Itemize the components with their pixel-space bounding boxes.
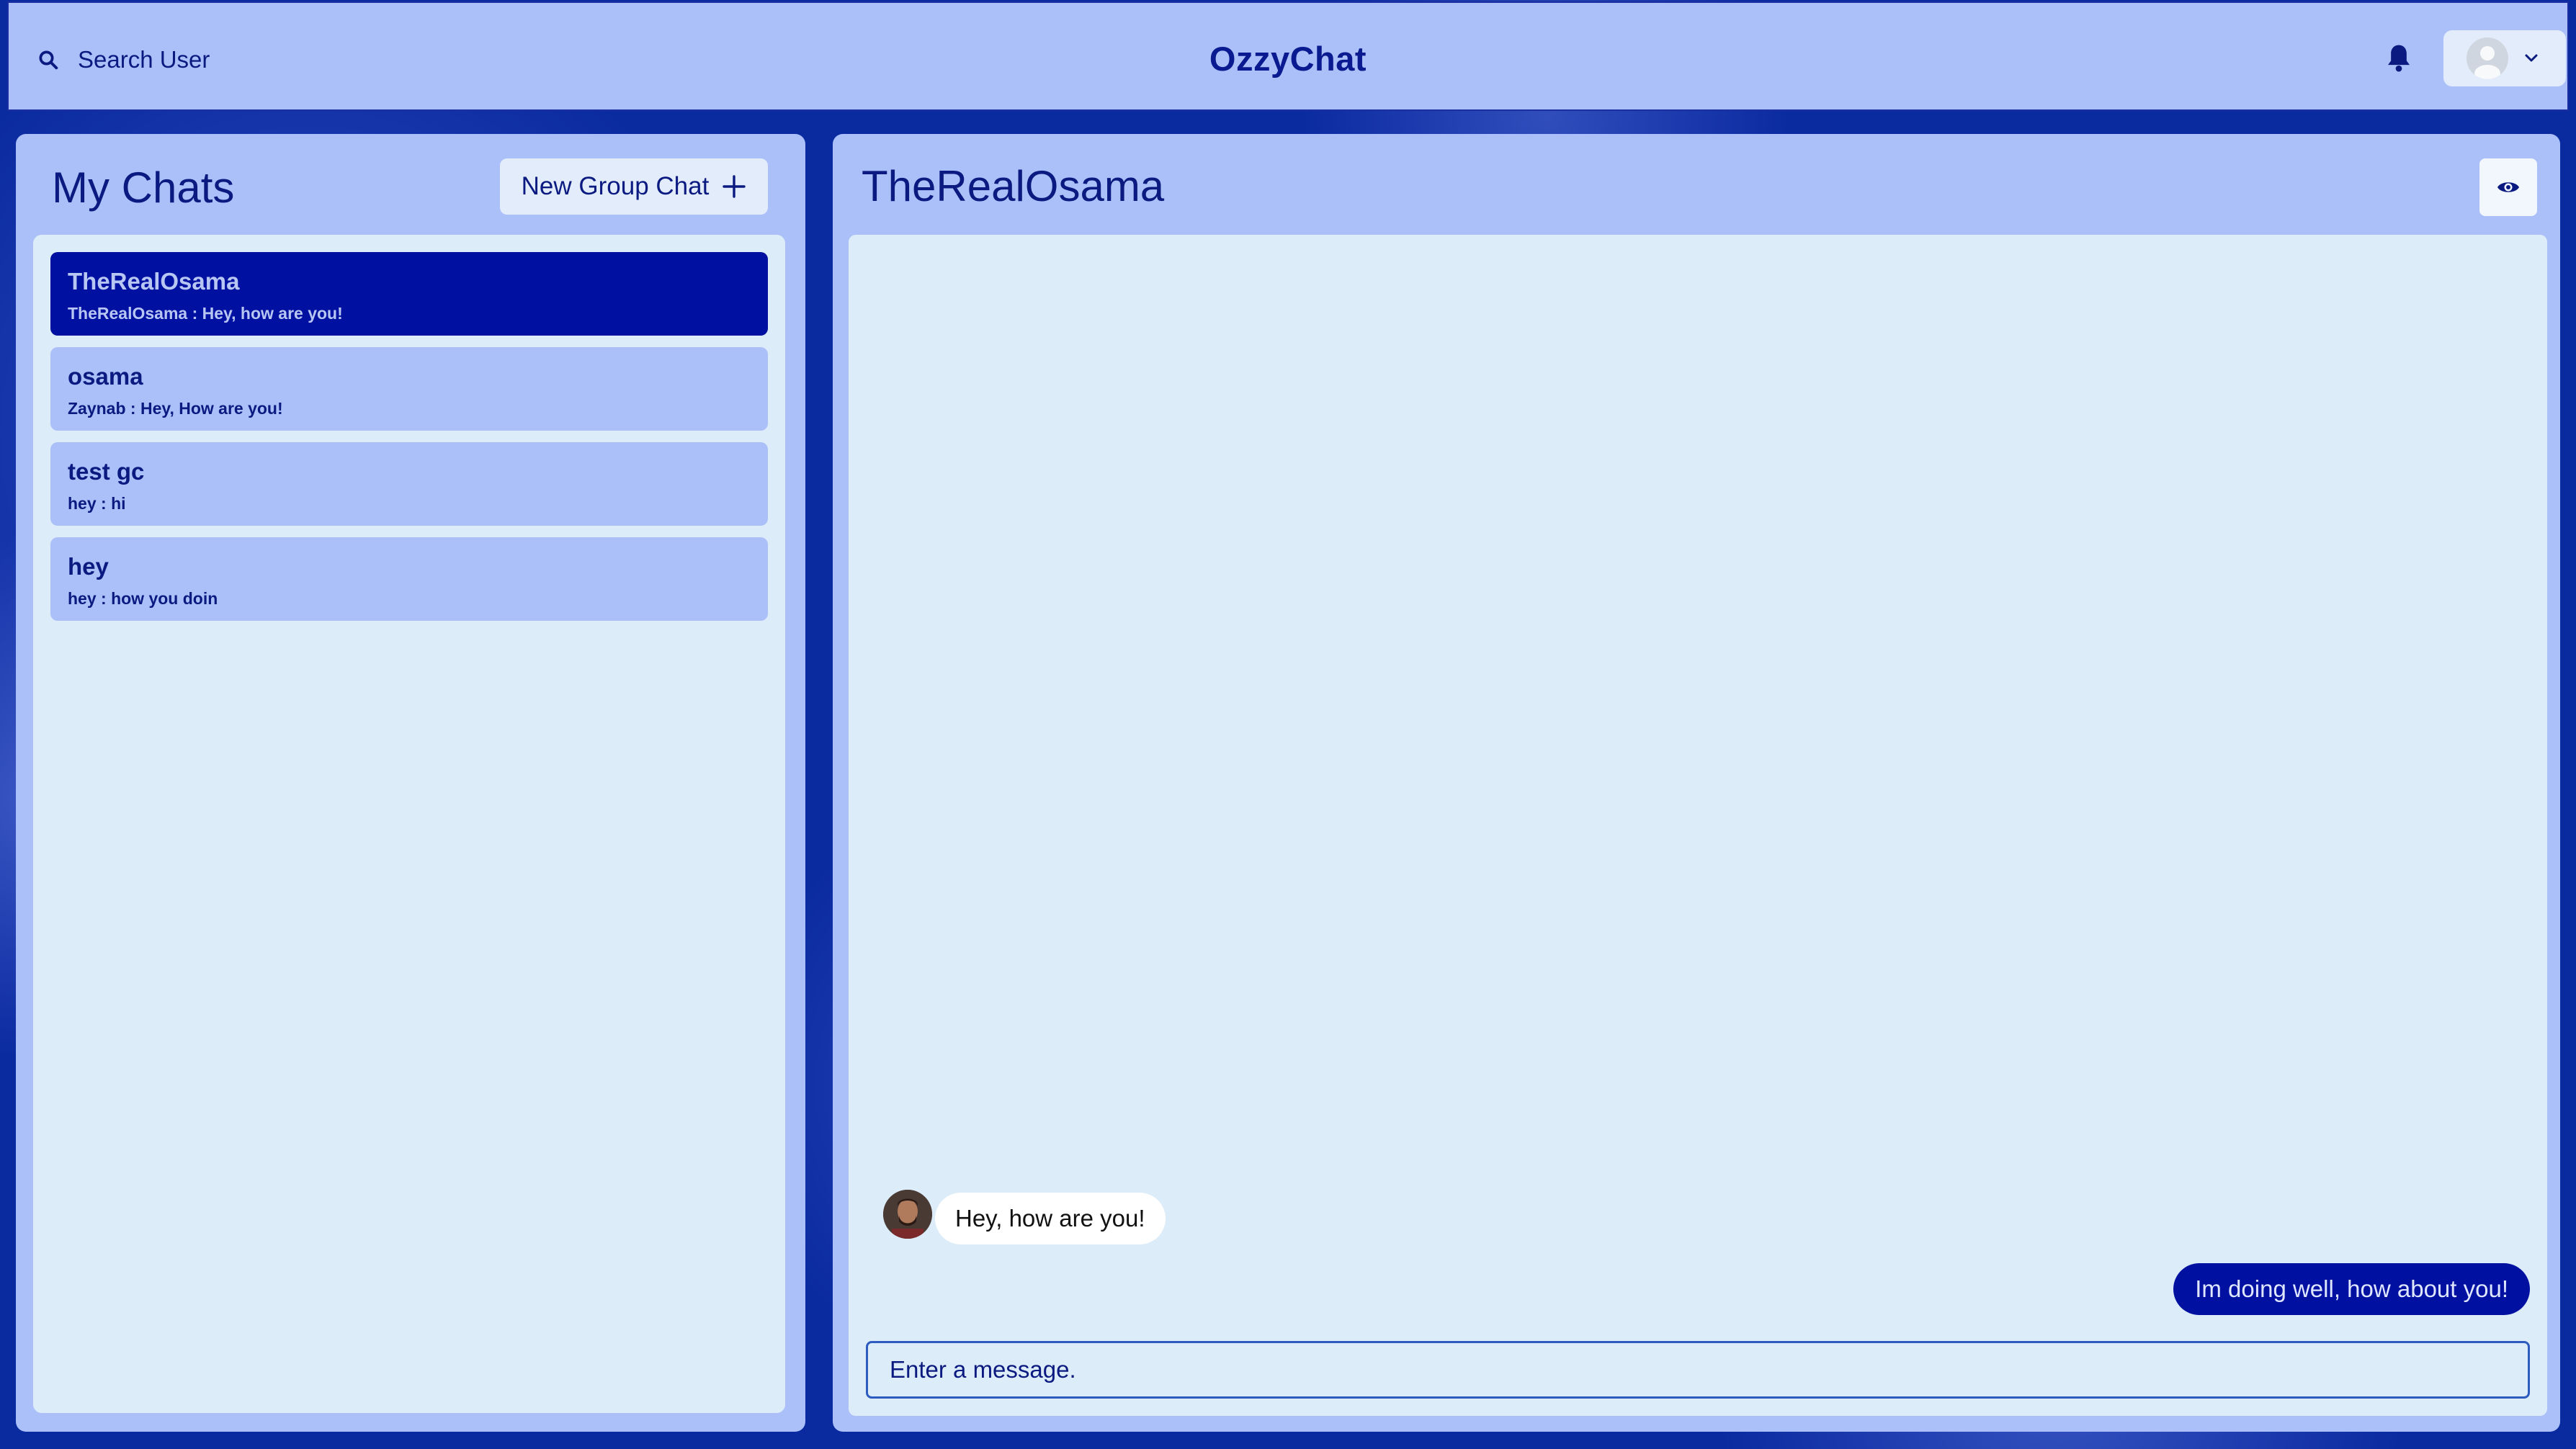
plus-icon: [723, 175, 746, 198]
avatar-placeholder: [2467, 37, 2508, 79]
chat-item-name: osama: [68, 363, 143, 390]
chat-item-name: hey: [68, 553, 109, 580]
message-input[interactable]: [866, 1341, 2530, 1399]
new-group-chat-label: New Group Chat: [521, 172, 710, 200]
my-chats-panel: My Chats New Group Chat TheRealOsama The…: [16, 134, 805, 1432]
chevron-down-icon: [2525, 54, 2538, 62]
message-outgoing: Im doing well, how about you!: [2173, 1263, 2530, 1315]
chat-item-name: test gc: [68, 458, 145, 485]
new-group-chat-button[interactable]: New Group Chat: [500, 158, 768, 215]
top-bar: Search User OzzyChat: [7, 1, 2569, 111]
chat-item-preview: Zaynab : Hey, How are you!: [68, 399, 283, 418]
bell-icon[interactable]: [2384, 42, 2413, 74]
chat-item-test-gc[interactable]: test gc hey : hi: [50, 442, 768, 526]
chat-item-therealosama[interactable]: TheRealOsama TheRealOsama : Hey, how are…: [50, 252, 768, 336]
chat-title: TheRealOsama: [862, 162, 1165, 210]
chat-item-hey[interactable]: hey hey : how you doin: [50, 537, 768, 621]
chat-item-preview: TheRealOsama : Hey, how are you!: [68, 304, 343, 323]
messages-area: Hey, how are you! Im doing well, how abo…: [849, 235, 2547, 1416]
chat-item-preview: hey : how you doin: [68, 589, 218, 608]
chat-item-osama[interactable]: osama Zaynab : Hey, How are you!: [50, 347, 768, 431]
app-brand-title: OzzyChat: [1209, 40, 1367, 78]
profile-menu-button[interactable]: [2443, 30, 2566, 86]
chat-item-preview: hey : hi: [68, 494, 126, 513]
my-chats-title: My Chats: [52, 163, 235, 212]
sender-avatar[interactable]: [883, 1190, 932, 1239]
eye-icon: [2497, 182, 2519, 192]
chat-list: TheRealOsama TheRealOsama : Hey, how are…: [33, 235, 785, 1413]
chat-panel: TheRealOsama Hey, how are you! Im doing …: [833, 134, 2560, 1432]
message-incoming: Hey, how are you!: [935, 1193, 1166, 1244]
chat-item-name: TheRealOsama: [68, 268, 240, 295]
view-profile-button[interactable]: [2479, 158, 2537, 216]
